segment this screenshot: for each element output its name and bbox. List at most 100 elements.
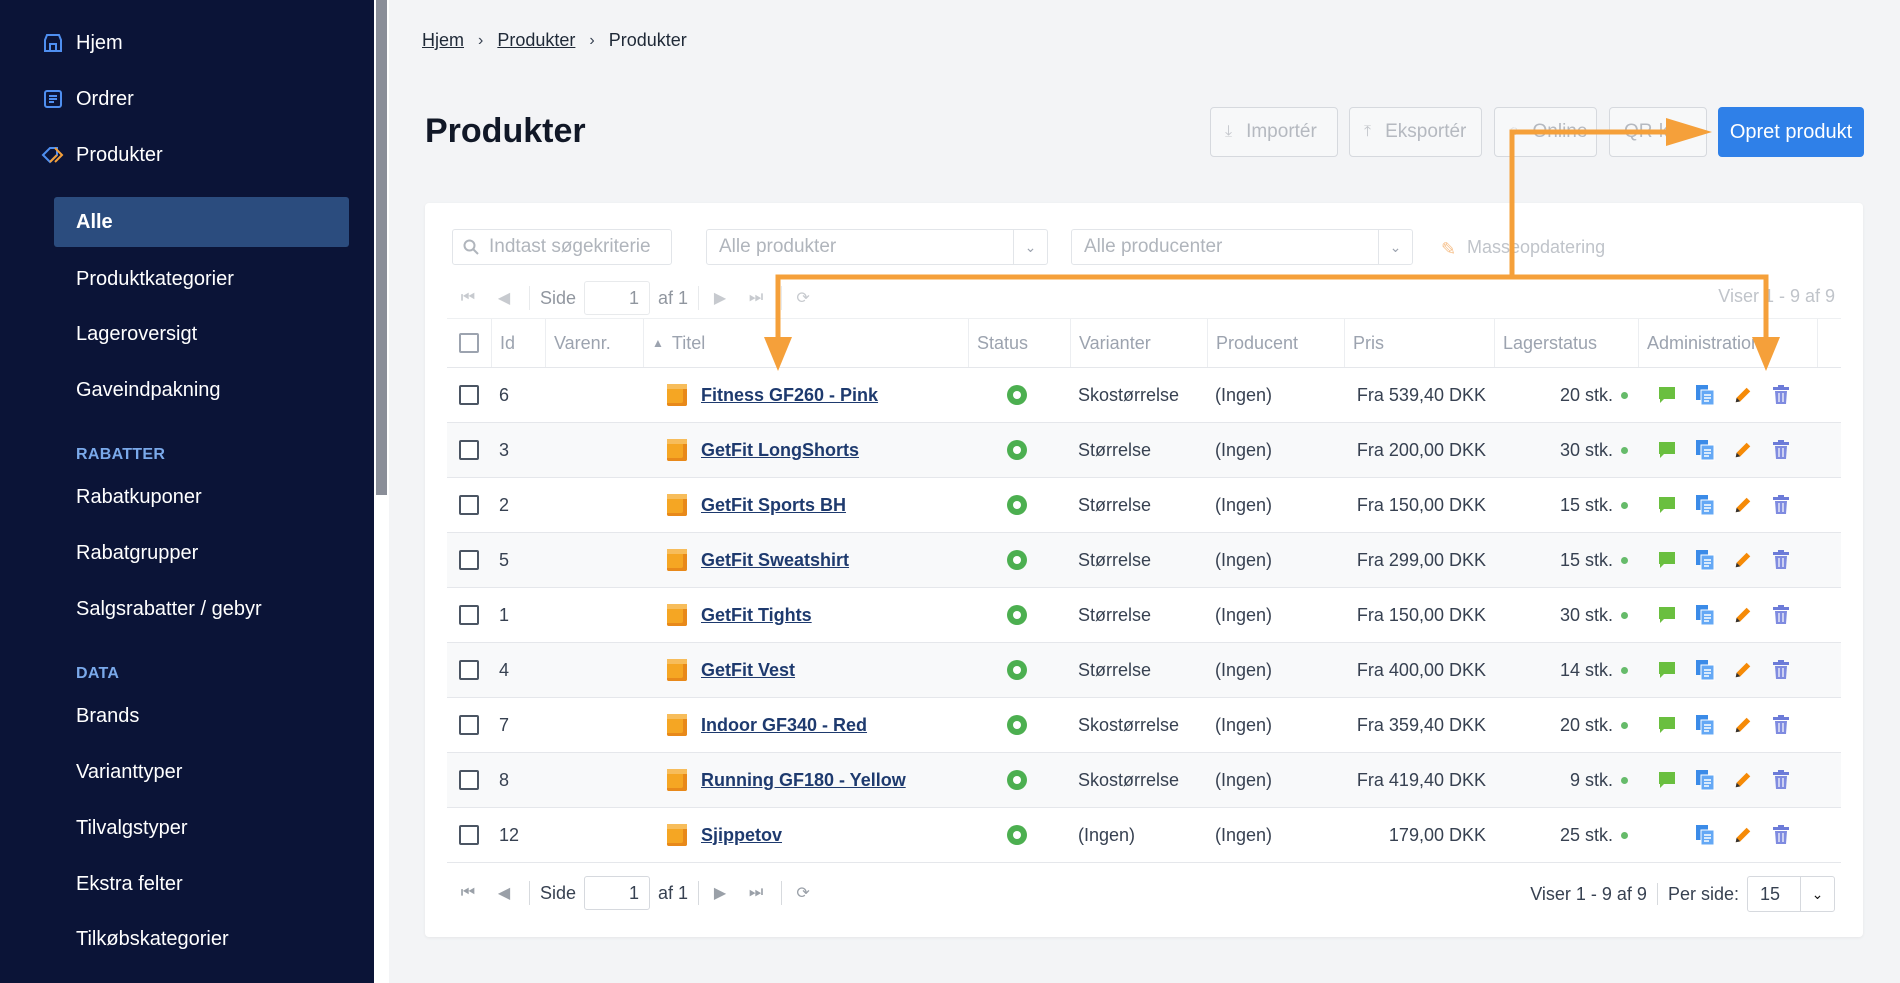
- comment-icon[interactable]: [1657, 769, 1677, 791]
- export-button[interactable]: ⤒ Eksportér: [1349, 107, 1482, 157]
- edit-pencil-icon[interactable]: [1733, 384, 1753, 406]
- comment-icon[interactable]: [1657, 549, 1677, 571]
- last-page-icon[interactable]: ⏭: [745, 289, 767, 307]
- col-varenr[interactable]: Varenr.: [545, 319, 643, 367]
- status-online-icon[interactable]: [1007, 660, 1027, 680]
- product-title-link[interactable]: Fitness GF260 - Pink: [701, 385, 878, 406]
- qr-button[interactable]: QR-k: [1609, 107, 1707, 157]
- comment-icon[interactable]: [1657, 384, 1677, 406]
- scrollbar-thumb[interactable]: [376, 0, 387, 495]
- refresh-icon[interactable]: ⟳: [792, 288, 814, 308]
- refresh-icon[interactable]: ⟳: [792, 883, 814, 903]
- edit-pencil-icon[interactable]: [1733, 494, 1753, 516]
- page-input[interactable]: [584, 876, 651, 910]
- comment-icon[interactable]: [1657, 604, 1677, 626]
- edit-pencil-icon[interactable]: [1733, 824, 1753, 846]
- col-status[interactable]: Status: [968, 319, 1070, 367]
- table-row[interactable]: 5 GetFit Sweatshirt Størrelse (Ingen) Fr…: [447, 533, 1841, 588]
- sidebar-item-alle[interactable]: Alle: [54, 197, 349, 247]
- products-select[interactable]: Alle produkter ⌄: [706, 229, 1048, 265]
- sidebar-item-rabatgrupper[interactable]: Rabatgrupper: [54, 528, 349, 578]
- row-checkbox[interactable]: [447, 753, 491, 807]
- sidebar-item-ordrer[interactable]: Ordrer: [40, 79, 134, 119]
- trash-icon[interactable]: [1771, 439, 1791, 461]
- status-online-icon[interactable]: [1007, 825, 1027, 845]
- sidebar-item-tilkobskategorier[interactable]: Tilkøbskategorier: [54, 914, 349, 964]
- product-title-link[interactable]: GetFit Tights: [701, 605, 812, 626]
- sidebar-item-tilvalgstyper[interactable]: Tilvalgstyper: [54, 803, 349, 853]
- select-all-checkbox[interactable]: [447, 319, 491, 367]
- copy-icon[interactable]: [1695, 604, 1715, 626]
- last-page-icon[interactable]: ⏭: [745, 884, 767, 902]
- copy-icon[interactable]: [1695, 824, 1715, 846]
- row-checkbox[interactable]: [447, 808, 491, 862]
- status-online-icon[interactable]: [1007, 495, 1027, 515]
- trash-icon[interactable]: [1771, 659, 1791, 681]
- col-producent[interactable]: Producent: [1207, 319, 1344, 367]
- copy-icon[interactable]: [1695, 549, 1715, 571]
- status-online-icon[interactable]: [1007, 770, 1027, 790]
- first-page-icon[interactable]: ⏮: [457, 289, 479, 307]
- prev-page-icon[interactable]: ◀: [493, 883, 515, 903]
- edit-pencil-icon[interactable]: [1733, 439, 1753, 461]
- trash-icon[interactable]: [1771, 604, 1791, 626]
- breadcrumb-hjem[interactable]: Hjem: [422, 30, 464, 51]
- copy-icon[interactable]: [1695, 384, 1715, 406]
- comment-icon[interactable]: [1657, 494, 1677, 516]
- row-checkbox[interactable]: [447, 478, 491, 532]
- sidebar-item-lageroversigt[interactable]: Lageroversigt: [54, 309, 349, 359]
- sidebar-item-varianttyper[interactable]: Varianttyper: [54, 747, 349, 797]
- sidebar-item-produkter[interactable]: Produkter: [40, 135, 163, 175]
- edit-pencil-icon[interactable]: [1733, 549, 1753, 571]
- status-online-icon[interactable]: [1007, 550, 1027, 570]
- col-varianter[interactable]: Varianter: [1070, 319, 1207, 367]
- col-lagerstatus[interactable]: Lagerstatus: [1494, 319, 1638, 367]
- per-page-select[interactable]: 15 ⌄: [1747, 876, 1835, 912]
- row-checkbox[interactable]: [447, 588, 491, 642]
- comment-icon[interactable]: [1657, 659, 1677, 681]
- table-row[interactable]: 12 Sjippetov (Ingen) (Ingen) 179,00 DKK …: [447, 808, 1841, 863]
- sidebar-item-hjem[interactable]: Hjem: [40, 23, 123, 63]
- copy-icon[interactable]: [1695, 659, 1715, 681]
- product-title-link[interactable]: Running GF180 - Yellow: [701, 770, 906, 791]
- row-checkbox[interactable]: [447, 643, 491, 697]
- row-checkbox[interactable]: [447, 423, 491, 477]
- trash-icon[interactable]: [1771, 384, 1791, 406]
- edit-pencil-icon[interactable]: [1733, 714, 1753, 736]
- trash-icon[interactable]: [1771, 494, 1791, 516]
- next-page-icon[interactable]: ▶: [709, 883, 731, 903]
- status-online-icon[interactable]: [1007, 440, 1027, 460]
- status-online-icon[interactable]: [1007, 605, 1027, 625]
- search-input[interactable]: Indtast søgekriterie: [452, 229, 672, 265]
- product-title-link[interactable]: Indoor GF340 - Red: [701, 715, 867, 736]
- mass-update-button[interactable]: ✎ Masseopdatering: [1441, 237, 1605, 259]
- product-title-link[interactable]: GetFit LongShorts: [701, 440, 859, 461]
- producers-select[interactable]: Alle producenter ⌄: [1071, 229, 1413, 265]
- first-page-icon[interactable]: ⏮: [457, 884, 479, 902]
- col-pris[interactable]: Pris: [1344, 319, 1494, 367]
- comment-icon[interactable]: [1657, 714, 1677, 736]
- edit-pencil-icon[interactable]: [1733, 659, 1753, 681]
- status-online-icon[interactable]: [1007, 715, 1027, 735]
- copy-icon[interactable]: [1695, 439, 1715, 461]
- product-title-link[interactable]: GetFit Sweatshirt: [701, 550, 849, 571]
- sidebar-item-ekstra-felter[interactable]: Ekstra felter: [54, 859, 349, 909]
- sidebar-item-produktkategorier[interactable]: Produktkategorier: [54, 254, 349, 304]
- copy-icon[interactable]: [1695, 494, 1715, 516]
- copy-icon[interactable]: [1695, 714, 1715, 736]
- edit-pencil-icon[interactable]: [1733, 604, 1753, 626]
- trash-icon[interactable]: [1771, 824, 1791, 846]
- sidebar-item-gaveindpakning[interactable]: Gaveindpakning: [54, 365, 349, 415]
- create-product-button[interactable]: Opret produkt: [1718, 107, 1864, 157]
- table-row[interactable]: 2 GetFit Sports BH Størrelse (Ingen) Fra…: [447, 478, 1841, 533]
- row-checkbox[interactable]: [447, 698, 491, 752]
- col-titel[interactable]: ▲ Titel: [643, 319, 968, 367]
- prev-page-icon[interactable]: ◀: [493, 288, 515, 308]
- copy-icon[interactable]: [1695, 769, 1715, 791]
- table-row[interactable]: 3 GetFit LongShorts Størrelse (Ingen) Fr…: [447, 423, 1841, 478]
- trash-icon[interactable]: [1771, 549, 1791, 571]
- next-page-icon[interactable]: ▶: [709, 288, 731, 308]
- online-button[interactable]: ◌ Online: [1494, 107, 1597, 157]
- product-title-link[interactable]: GetFit Sports BH: [701, 495, 846, 516]
- comment-icon[interactable]: [1657, 439, 1677, 461]
